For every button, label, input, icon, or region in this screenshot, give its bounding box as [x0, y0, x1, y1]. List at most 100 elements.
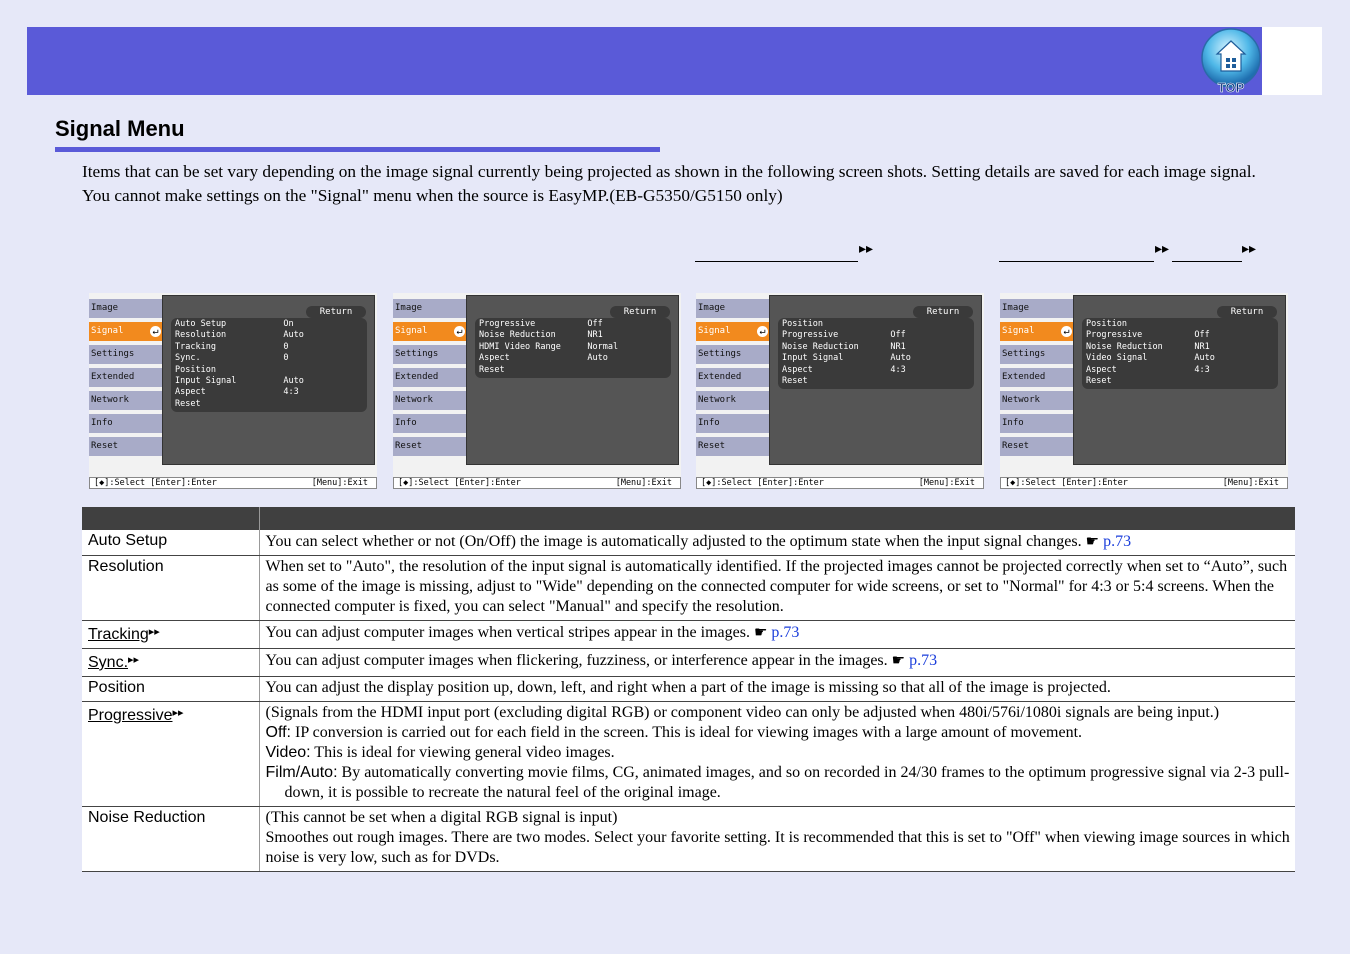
footer-exit-hint: [Menu]:Exit	[918, 478, 975, 488]
top-home-icon[interactable]: TOP	[1200, 28, 1264, 94]
menu-sidebar-item: Settings	[1000, 345, 1075, 364]
menu-option-value: Normal	[587, 341, 619, 352]
intro-line-2: You cannot make settings on the "Signal"…	[82, 185, 783, 205]
menu-sidebar-item: Settings	[89, 345, 164, 364]
menu-option-label: Aspect	[1086, 364, 1117, 375]
menu-option-value	[283, 365, 363, 376]
return-label: Return	[1217, 306, 1277, 318]
footer-hint: [◆]:Select [Enter]:Enter	[701, 478, 824, 488]
menu-option-row: Position	[782, 319, 970, 330]
menu-sidebar: Image Signal Settings Extended Network Info Re…	[393, 299, 468, 460]
menu-option-label: Input Signal	[175, 375, 237, 386]
glossary-arrow-icon: ▸▸	[128, 653, 140, 666]
row-name: Position	[82, 676, 260, 702]
menu-option-label: Noise Reduction	[479, 330, 556, 341]
menu-option-row: Aspect Auto	[479, 353, 667, 364]
menu-option-row: Progressive Off	[782, 330, 970, 341]
menu-sidebar-item: Reset	[393, 437, 468, 456]
title-underline	[55, 147, 660, 152]
menu-panel: Return Position Progressive Off Noise Reduct…	[769, 295, 982, 465]
menu-option-row: Aspect 4:3	[1086, 365, 1274, 376]
row-name: Progressive▸▸	[82, 701, 260, 807]
table-row: Progressive▸▸ (Signals from the HDMI inp…	[82, 701, 1295, 807]
glossary-link-tracking[interactable]: Tracking	[88, 626, 149, 643]
menu-sidebar-item: Signal	[89, 322, 164, 341]
page-ref-link[interactable]: p.73	[909, 652, 937, 669]
table-row: Auto Setup You can select whether or not…	[82, 530, 1295, 556]
menu-option-value	[283, 399, 363, 410]
reference-hand-icon: ☛	[1085, 532, 1100, 550]
row-name: Noise Reduction	[82, 806, 260, 872]
menu-footer: [◆]:Select [Enter]:Enter [Menu]:Exit	[696, 477, 984, 489]
menu-option-value: 4:3	[890, 364, 906, 375]
footer-hint: [◆]:Select [Enter]:Enter	[398, 478, 521, 488]
row-desc: (This cannot be set when a digital RGB s…	[259, 806, 1295, 872]
table-row: Tracking▸▸ You can adjust computer image…	[82, 620, 1295, 649]
glossary-arrow-icon: ▸▸	[172, 706, 184, 719]
menu-option-value: 0	[283, 353, 289, 364]
footer-hint: [◆]:Select [Enter]:Enter	[1005, 478, 1128, 488]
table-row: Resolution When set to "Auto", the resol…	[82, 555, 1295, 621]
row-desc: When set to "Auto", the resolution of th…	[259, 555, 1295, 621]
screen-link-3[interactable]	[1172, 240, 1242, 262]
menu-sidebar: Image Signal Settings Extended Network Info Re…	[1000, 299, 1075, 460]
menu-option-label: Position	[1086, 319, 1127, 329]
menu-option-row: Position	[1086, 319, 1274, 330]
menu-sidebar-item: Signal	[696, 322, 771, 341]
menu-option-label: Input Signal	[782, 353, 844, 364]
menu-sidebar-item: Settings	[393, 345, 468, 364]
menu-option-row: Progressive Off	[1086, 330, 1274, 341]
return-label: Return	[610, 306, 670, 318]
menu-option-value: Auto	[283, 375, 304, 386]
page-ref-link[interactable]: p.73	[1103, 533, 1131, 550]
option-label: Video:	[265, 744, 311, 761]
menu-panel: Return Progressive Off Noise Reduction NR1 HD…	[466, 295, 679, 465]
screen-link-1[interactable]	[695, 240, 858, 262]
table-header-cell	[82, 507, 259, 530]
header-bar	[27, 27, 1322, 95]
menu-option-value: On	[283, 319, 294, 329]
menu-option-value: Auto	[890, 353, 911, 364]
row-note: (Signals from the HDMI input port (exclu…	[265, 704, 1220, 721]
table-header-cell	[258, 507, 1295, 530]
row-desc: (Signals from the HDMI input port (exclu…	[259, 701, 1295, 807]
menu-panel: Return Position Progressive Off Noise Reduct…	[1073, 295, 1286, 465]
table-row: Noise Reduction (This cannot be set when…	[82, 806, 1295, 872]
menu-sidebar-item: Extended	[1000, 368, 1075, 387]
screen-link-2[interactable]	[999, 240, 1154, 262]
row-name: Tracking▸▸	[82, 620, 260, 649]
menu-option-row: Reset	[175, 399, 363, 410]
return-label: Return	[306, 306, 366, 318]
glossary-link-sync[interactable]: Sync.	[88, 654, 128, 671]
menu-options-list: Position Progressive Off Noise Reduction NR1…	[778, 318, 974, 390]
screen-type-links: ▸▸ ▸▸ ▸▸	[0, 240, 1350, 264]
menu-option-value: NR1	[890, 341, 906, 352]
menu-option-row: Noise Reduction NR1	[479, 330, 667, 341]
footer-exit-hint: [Menu]:Exit	[1222, 478, 1279, 488]
table-header-row	[82, 507, 1295, 530]
menu-sidebar-item: Reset	[1000, 437, 1075, 456]
row-desc: You can select whether or not (On/Off) t…	[259, 530, 1295, 556]
glossary-link-progressive[interactable]: Progressive	[88, 707, 172, 724]
menu-option-value: Off	[890, 330, 906, 341]
menu-option-value: Auto	[283, 330, 304, 341]
menu-footer: [◆]:Select [Enter]:Enter [Menu]:Exit	[89, 477, 377, 489]
menu-option-label: Progressive	[479, 319, 536, 329]
settings-table: Auto Setup You can select whether or not…	[82, 507, 1295, 872]
menu-sidebar-item: Info	[393, 414, 468, 433]
menu-option-row: Reset	[782, 376, 970, 387]
row-name: Resolution	[82, 555, 260, 621]
menu-option-row: Position	[175, 365, 363, 376]
menu-sidebar-item: Network	[1000, 391, 1075, 410]
svg-text:TOP: TOP	[1218, 80, 1245, 94]
menu-option-value	[890, 319, 970, 330]
page-ref-link[interactable]: p.73	[771, 624, 799, 641]
menu-sidebar-item: Extended	[696, 368, 771, 387]
menu-sidebar-item: Network	[89, 391, 164, 410]
row-desc-text: You can select whether or not (On/Off) t…	[265, 533, 1082, 550]
menu-option-row: Sync. 0	[175, 353, 363, 364]
option-text: This is ideal for viewing general video …	[310, 744, 615, 761]
menu-option-label: Noise Reduction	[1086, 341, 1163, 352]
menu-sidebar-item: Reset	[89, 437, 164, 456]
menu-option-value: Auto	[1194, 353, 1215, 364]
